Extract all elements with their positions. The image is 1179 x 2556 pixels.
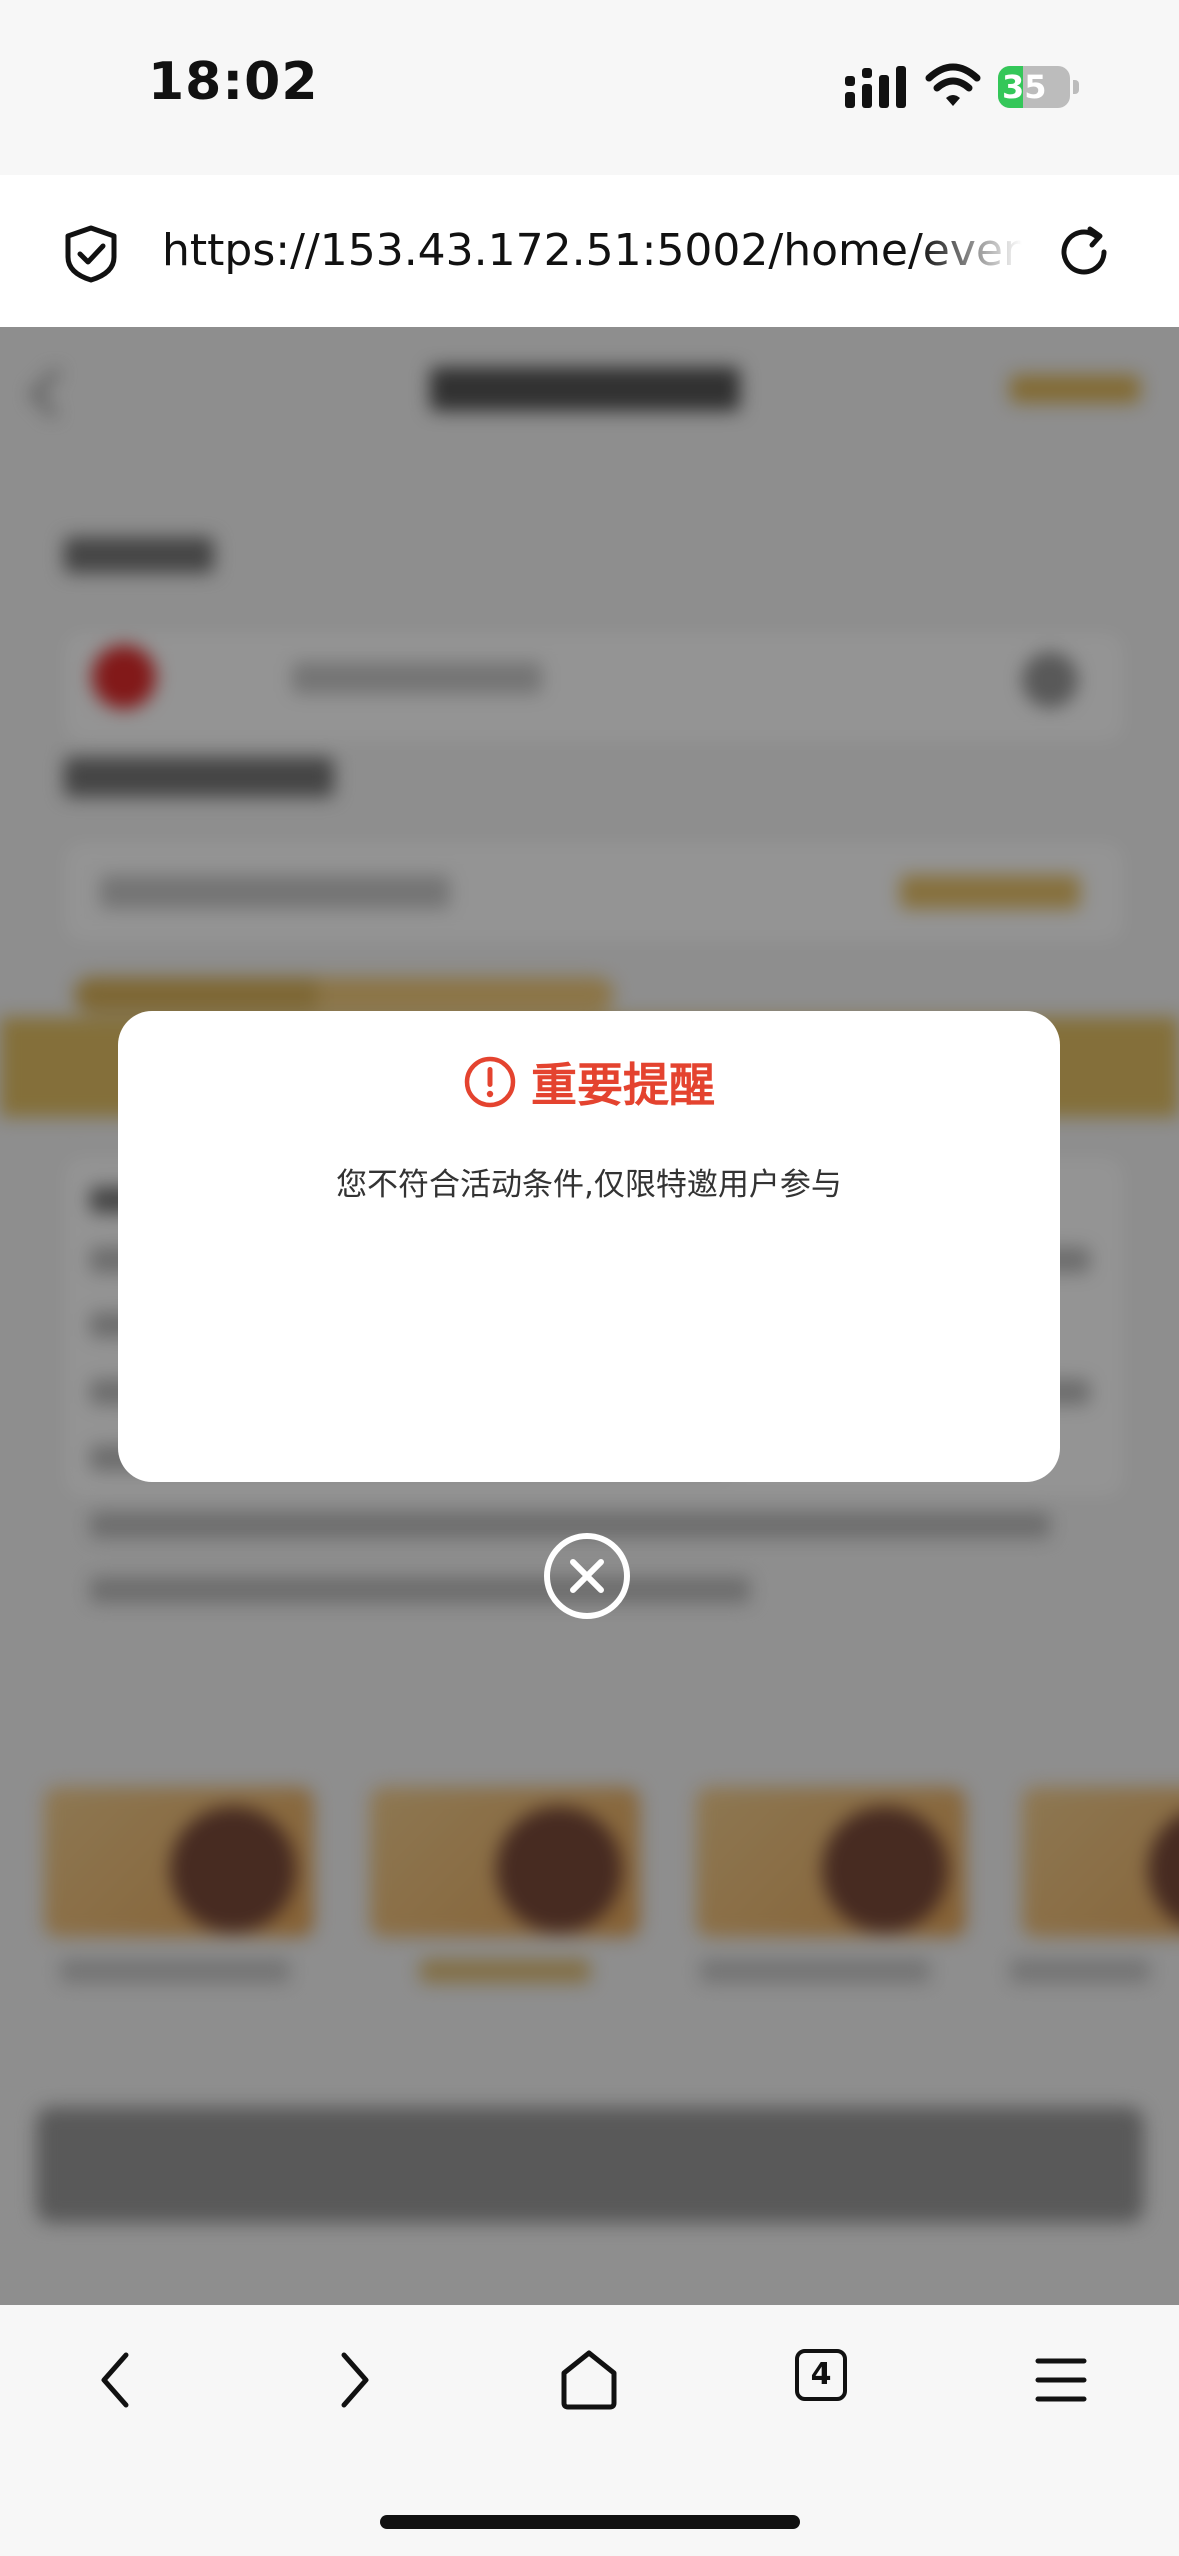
address-bar[interactable]: https://153.43.172.51:5002/home/event/de: [0, 175, 1179, 327]
dialog-title: 重要提醒: [531, 1058, 715, 1112]
status-time: 18:02: [148, 52, 319, 112]
status-bar: 18:02 35: [0, 0, 1179, 175]
dialog-header: 重要提醒: [118, 1047, 1060, 1117]
reload-icon[interactable]: [1056, 223, 1114, 281]
cellular-signal-icon: [845, 66, 906, 108]
home-indicator[interactable]: [380, 2515, 800, 2529]
exclamation-circle-icon: [464, 1056, 516, 1108]
url-text[interactable]: https://153.43.172.51:5002/home/event/de: [162, 225, 1022, 285]
tabs-icon[interactable]: 4: [795, 2349, 847, 2401]
home-icon[interactable]: [554, 2345, 624, 2415]
battery-body: 35: [998, 66, 1070, 108]
chevron-right-icon[interactable]: [318, 2345, 388, 2415]
shield-check-icon[interactable]: [64, 225, 118, 283]
menu-icon[interactable]: [1026, 2345, 1096, 2415]
battery-percent: 35: [1002, 68, 1047, 106]
battery-indicator: 35: [998, 66, 1080, 108]
browser-toolbar: 4: [0, 2305, 1179, 2556]
battery-cap: [1073, 80, 1079, 94]
wifi-icon: [925, 63, 981, 106]
alert-dialog: 重要提醒 您不符合活动条件,仅限特邀用户参与: [118, 1011, 1060, 1482]
close-circle-icon[interactable]: [542, 1531, 632, 1621]
dialog-message: 您不符合活动条件,仅限特邀用户参与: [336, 1167, 842, 1203]
chevron-left-icon[interactable]: [82, 2345, 152, 2415]
